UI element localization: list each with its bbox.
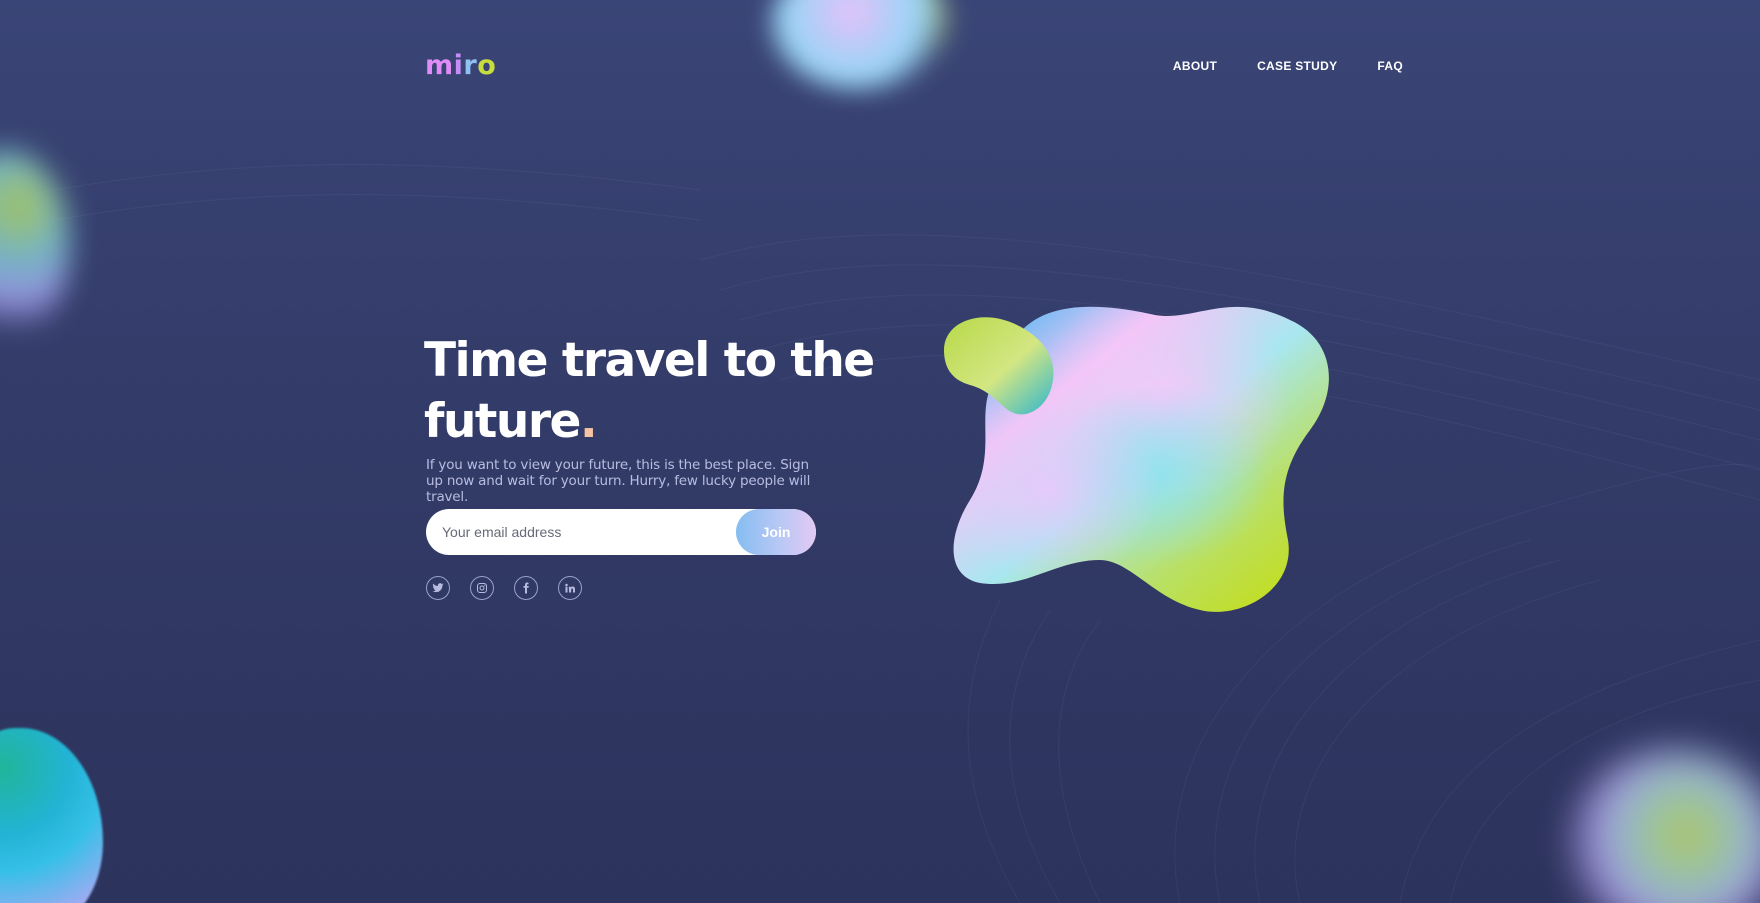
logo-letter: r — [463, 50, 478, 81]
twitter-icon — [432, 583, 444, 593]
join-button[interactable]: Join — [736, 509, 816, 555]
linkedin-icon — [565, 583, 575, 593]
hero-title: Time travel to the future. — [424, 330, 884, 452]
signup-form: Join — [426, 509, 816, 555]
site-header: miro ABOUT CASE STUDY FAQ — [425, 50, 1403, 82]
facebook-icon — [523, 582, 529, 594]
hero-title-line2: future — [424, 394, 581, 449]
decorative-gradient-orb — [1570, 750, 1760, 903]
miro-logo[interactable]: miro — [425, 50, 496, 82]
logo-letter: i — [453, 50, 464, 81]
logo-letter: m — [425, 50, 454, 81]
hero-subtitle: If you want to view your future, this is… — [426, 457, 811, 505]
facebook-link[interactable] — [514, 576, 538, 600]
gradient-blob-illustration — [944, 306, 1329, 612]
hero-title-line1: Time travel to the — [424, 333, 875, 388]
nav-link-faq[interactable]: FAQ — [1377, 59, 1403, 73]
logo-letter: o — [477, 50, 497, 81]
main-nav: ABOUT CASE STUDY FAQ — [1133, 50, 1403, 82]
email-input[interactable] — [426, 509, 726, 555]
nav-link-about[interactable]: ABOUT — [1173, 59, 1217, 73]
linkedin-link[interactable] — [558, 576, 582, 600]
social-links — [426, 576, 602, 600]
instagram-link[interactable] — [470, 576, 494, 600]
decorative-gradient-orb — [0, 150, 70, 340]
hero-title-accent-dot: . — [579, 394, 598, 449]
instagram-icon — [477, 583, 487, 593]
nav-link-case-study[interactable]: CASE STUDY — [1257, 59, 1337, 73]
decorative-gradient-blob — [0, 728, 103, 903]
twitter-link[interactable] — [426, 576, 450, 600]
